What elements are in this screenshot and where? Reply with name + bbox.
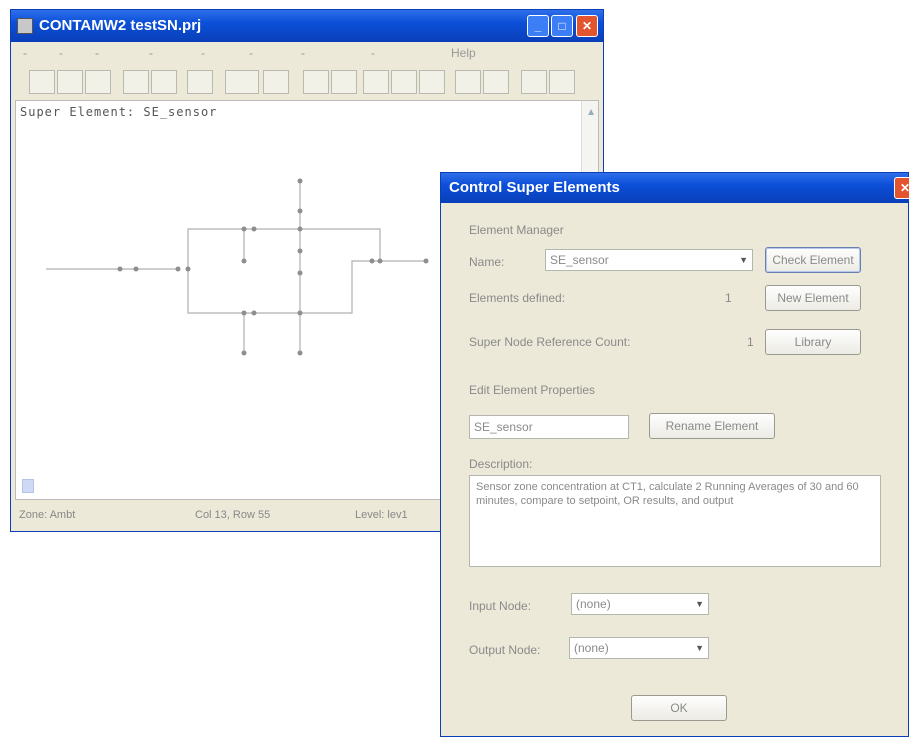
edit-properties-heading: Edit Element Properties: [469, 383, 596, 397]
output-node-label: Output Node:: [469, 643, 541, 657]
toolbar-button-4[interactable]: [123, 70, 149, 94]
status-zone: Zone: Ambt: [19, 509, 76, 521]
toolbar-button-9[interactable]: [303, 70, 329, 94]
menu-item-1[interactable]: -: [23, 46, 27, 60]
element-manager-heading: Element Manager: [469, 223, 564, 237]
input-node-select[interactable]: (none) ▼: [571, 593, 709, 615]
app-icon: [17, 18, 33, 34]
new-element-button[interactable]: New Element: [765, 285, 861, 311]
dialog-titlebar[interactable]: Control Super Elements ✕: [441, 173, 909, 203]
scroll-left-icon[interactable]: [22, 479, 34, 493]
toolbar-button-5[interactable]: [151, 70, 177, 94]
menu-item-8[interactable]: -: [371, 46, 375, 60]
element-name-value: SE_sensor: [550, 253, 609, 267]
element-name-input[interactable]: SE_sensor: [469, 415, 629, 439]
toolbar: [11, 66, 603, 98]
menu-item-5[interactable]: -: [201, 46, 205, 60]
dialog-title: Control Super Elements: [449, 179, 620, 196]
toolbar-button-2[interactable]: [57, 70, 83, 94]
input-node-value: (none): [576, 597, 611, 611]
menu-item-4[interactable]: -: [149, 46, 153, 60]
output-node-value: (none): [574, 641, 609, 655]
toolbar-button-3[interactable]: [85, 70, 111, 94]
menu-item-7[interactable]: -: [301, 46, 305, 60]
toolbar-button-10[interactable]: [331, 70, 357, 94]
check-element-button[interactable]: Check Element: [765, 247, 861, 273]
output-node-select[interactable]: (none) ▼: [569, 637, 709, 659]
status-level: Level: lev1: [355, 509, 408, 521]
chevron-down-icon: ▼: [695, 599, 704, 609]
ok-button[interactable]: OK: [631, 695, 727, 721]
input-node-label: Input Node:: [469, 599, 532, 613]
close-button[interactable]: ✕: [576, 15, 598, 37]
menu-item-3[interactable]: -: [95, 46, 99, 60]
description-label: Description:: [469, 457, 533, 471]
toolbar-button-12[interactable]: [391, 70, 417, 94]
description-textarea[interactable]: Sensor zone concentration at CT1, calcul…: [469, 475, 881, 567]
element-name-select[interactable]: SE_sensor ▼: [545, 249, 753, 271]
reference-count-value: 1: [747, 335, 754, 349]
toolbar-button-1[interactable]: [29, 70, 55, 94]
status-cell: Col 13, Row 55: [195, 509, 271, 521]
toolbar-button-8[interactable]: [263, 70, 289, 94]
toolbar-button-16[interactable]: [521, 70, 547, 94]
main-titlebar[interactable]: CONTAMW2 testSN.prj _ □ ✕: [11, 10, 603, 42]
minimize-button[interactable]: _: [527, 15, 549, 37]
toolbar-button-13[interactable]: [419, 70, 445, 94]
chevron-down-icon: ▼: [695, 643, 704, 653]
dialog-close-button[interactable]: ✕: [894, 177, 909, 199]
scroll-up-icon[interactable]: ▲: [586, 107, 596, 118]
maximize-button[interactable]: □: [551, 15, 573, 37]
reference-count-label: Super Node Reference Count:: [469, 335, 631, 349]
library-button[interactable]: Library: [765, 329, 861, 355]
control-super-elements-dialog: Control Super Elements ✕ Element Manager…: [440, 172, 909, 737]
toolbar-button-17[interactable]: [549, 70, 575, 94]
chevron-down-icon: ▼: [739, 255, 748, 265]
elements-defined-label: Elements defined:: [469, 291, 566, 305]
toolbar-button-11[interactable]: [363, 70, 389, 94]
elements-defined-value: 1: [725, 291, 732, 305]
menu-bar: - - - - - - - - Help: [11, 42, 603, 64]
menu-item-2[interactable]: -: [59, 46, 63, 60]
rename-element-button[interactable]: Rename Element: [649, 413, 775, 439]
menu-item-6[interactable]: -: [249, 46, 253, 60]
toolbar-button-7[interactable]: [225, 70, 259, 94]
toolbar-button-15[interactable]: [483, 70, 509, 94]
toolbar-button-6[interactable]: [187, 70, 213, 94]
name-label: Name:: [469, 255, 505, 269]
menu-item-help[interactable]: Help: [451, 46, 476, 60]
toolbar-button-14[interactable]: [455, 70, 481, 94]
main-window-title: CONTAMW2 testSN.prj: [39, 17, 202, 34]
